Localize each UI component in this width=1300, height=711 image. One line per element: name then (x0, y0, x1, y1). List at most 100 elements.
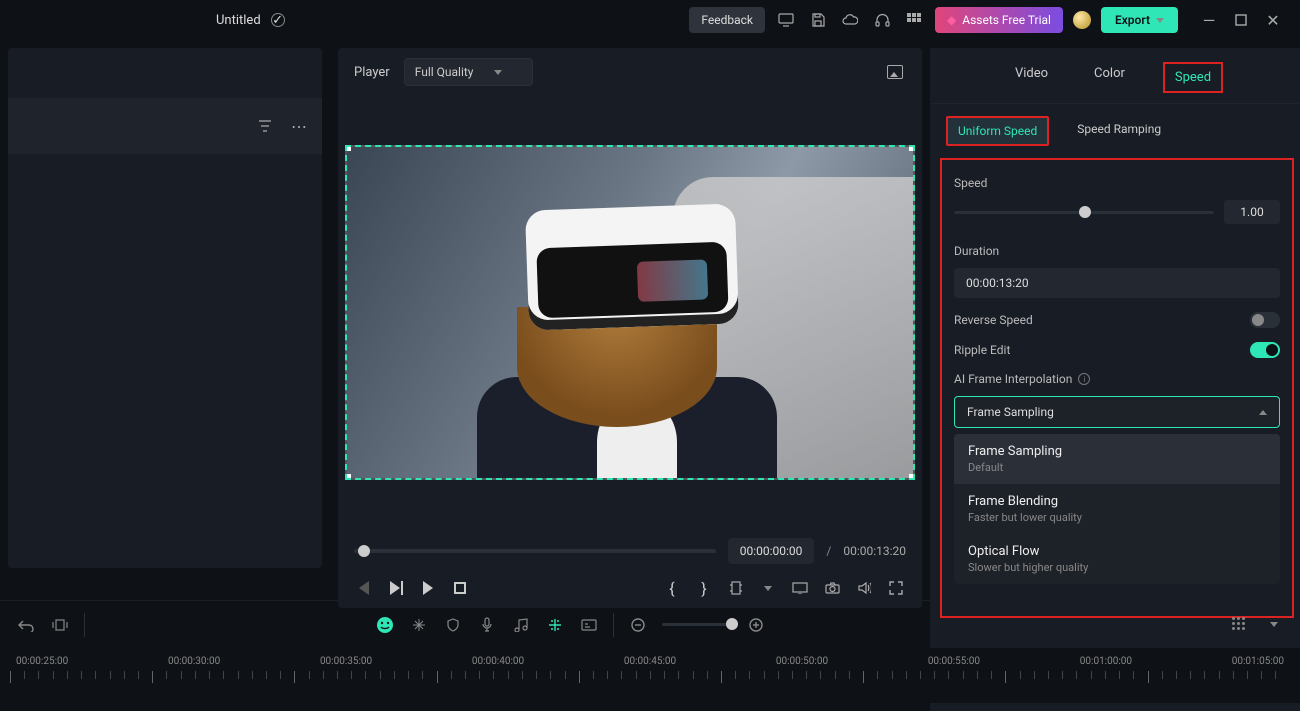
mark-out-icon[interactable]: } (694, 578, 714, 598)
ruler-label: 00:00:55:00 (928, 656, 980, 667)
smiley-avatar-icon (375, 615, 395, 635)
filter-icon[interactable] (254, 115, 276, 137)
ruler-label: 00:00:35:00 (320, 656, 372, 667)
scrub-track[interactable] (354, 549, 716, 553)
quality-select[interactable]: Full Quality (404, 58, 533, 86)
sparkle-icon[interactable] (409, 615, 429, 635)
reverse-speed-label: Reverse Speed (954, 313, 1033, 327)
option-frame-sampling[interactable]: Frame Sampling Default (954, 434, 1280, 484)
undo-icon[interactable] (16, 615, 36, 635)
current-time: 00:00:00:00 (728, 538, 815, 564)
step-forward-icon[interactable] (386, 578, 406, 598)
save-icon[interactable] (807, 9, 829, 31)
snapshot-image-icon[interactable] (884, 61, 906, 83)
video-placeholder (347, 147, 913, 478)
tab-speed[interactable]: Speed (1163, 62, 1223, 93)
time-separator: / (826, 544, 831, 558)
ripple-edit-toggle[interactable] (1250, 342, 1280, 358)
titlebar: Untitled ✓ Feedback ◆Assets Free Trial E… (0, 0, 1300, 40)
cloud-icon[interactable] (839, 9, 861, 31)
ruler-label: 00:01:00:00 (1080, 656, 1132, 667)
export-button[interactable]: Export (1101, 7, 1178, 33)
music-note-icon[interactable] (511, 615, 531, 635)
play-icon[interactable] (418, 578, 438, 598)
resize-handle[interactable] (345, 474, 351, 480)
window-maximize-icon[interactable] (1230, 9, 1252, 31)
crop-frame-icon[interactable] (50, 615, 70, 635)
ai-interp-label: AI Frame Interpolationi (954, 372, 1280, 386)
prev-frame-icon[interactable] (354, 578, 374, 598)
assets-free-trial-button[interactable]: ◆Assets Free Trial (935, 7, 1063, 33)
headphones-icon[interactable] (871, 9, 893, 31)
ai-interp-select[interactable]: Frame Sampling (954, 396, 1280, 428)
shield-icon[interactable] (443, 615, 463, 635)
snap-magnet-icon[interactable] (545, 615, 565, 635)
tab-color[interactable]: Color (1086, 62, 1133, 93)
display-icon[interactable] (790, 578, 810, 598)
gem-icon: ◆ (947, 13, 956, 27)
speed-value[interactable]: 1.00 (1224, 200, 1280, 224)
playhead-line (630, 145, 631, 147)
timeline-view-dropdown-icon[interactable] (1264, 615, 1284, 635)
fullscreen-icon[interactable] (886, 578, 906, 598)
video-viewport[interactable] (338, 96, 922, 528)
theme-moon-icon[interactable] (1073, 11, 1091, 29)
scrub-thumb[interactable] (358, 545, 370, 557)
ai-interp-dropdown: Frame Sampling Default Frame Blending Fa… (954, 434, 1280, 584)
resize-handle[interactable] (909, 474, 915, 480)
transport-bar: 00:00:00:00 / 00:00:13:20 { } (338, 528, 922, 608)
player-label: Player (354, 65, 390, 80)
tab-video[interactable]: Video (1007, 62, 1056, 93)
player-panel-container: Player Full Quality (330, 40, 930, 600)
total-time: 00:00:13:20 (843, 544, 906, 558)
chevron-up-icon (1259, 410, 1267, 415)
media-panel: ⋯ (0, 40, 330, 600)
chevron-down-icon (494, 70, 502, 75)
saved-indicator-icon: ✓ (271, 13, 285, 27)
subtab-uniform-speed[interactable]: Uniform Speed (946, 116, 1049, 146)
info-icon[interactable]: i (1078, 373, 1090, 385)
zoom-slider[interactable] (662, 623, 732, 626)
speed-slider[interactable] (954, 211, 1214, 214)
caption-icon[interactable] (579, 615, 599, 635)
ruler-label: 00:01:05:00 (1232, 656, 1284, 667)
trim-icon[interactable] (726, 578, 746, 598)
stop-icon[interactable] (450, 578, 470, 598)
slider-thumb[interactable] (1079, 206, 1091, 218)
option-frame-blending[interactable]: Frame Blending Faster but lower quality (954, 484, 1280, 534)
ruler-label: 00:00:45:00 (624, 656, 676, 667)
timeline-view-icon[interactable] (1230, 615, 1250, 635)
speed-label: Speed (954, 176, 1280, 190)
ruler-label: 00:00:30:00 (168, 656, 220, 667)
reverse-speed-toggle[interactable] (1250, 312, 1280, 328)
zoom-in-icon[interactable] (746, 615, 766, 635)
camera-icon[interactable] (822, 578, 842, 598)
more-options-icon[interactable]: ⋯ (288, 115, 310, 137)
option-optical-flow[interactable]: Optical Flow Slower but higher quality (954, 534, 1280, 584)
microphone-icon[interactable] (477, 615, 497, 635)
inspector-panel: Video Color Speed Uniform Speed Speed Ra… (930, 40, 1300, 600)
duration-field[interactable] (954, 268, 1280, 298)
duration-label: Duration (954, 244, 1280, 258)
feedback-button[interactable]: Feedback (689, 7, 765, 33)
zoom-out-icon[interactable] (628, 615, 648, 635)
zoom-slider-thumb[interactable] (726, 618, 738, 630)
window-close-icon[interactable]: ✕ (1262, 9, 1284, 31)
apps-grid-icon[interactable] (903, 9, 925, 31)
subtab-speed-ramping[interactable]: Speed Ramping (1067, 116, 1171, 146)
monitor-icon[interactable] (775, 9, 797, 31)
project-title: Untitled (216, 13, 261, 28)
video-clip-frame[interactable] (345, 145, 915, 480)
timeline-ruler[interactable]: 00:00:25:00 00:00:30:00 00:00:35:00 00:0… (0, 648, 1300, 703)
window-minimize-icon[interactable]: — (1198, 9, 1220, 31)
chevron-down-icon[interactable] (758, 578, 778, 598)
mark-in-icon[interactable]: { (662, 578, 682, 598)
ruler-label: 00:00:40:00 (472, 656, 524, 667)
chevron-down-icon (1156, 18, 1164, 23)
ruler-label: 00:00:25:00 (16, 656, 68, 667)
ripple-edit-label: Ripple Edit (954, 343, 1010, 357)
volume-icon[interactable] (854, 578, 874, 598)
resize-handle[interactable] (909, 145, 915, 151)
resize-handle[interactable] (345, 145, 351, 151)
ruler-label: 00:00:50:00 (776, 656, 828, 667)
